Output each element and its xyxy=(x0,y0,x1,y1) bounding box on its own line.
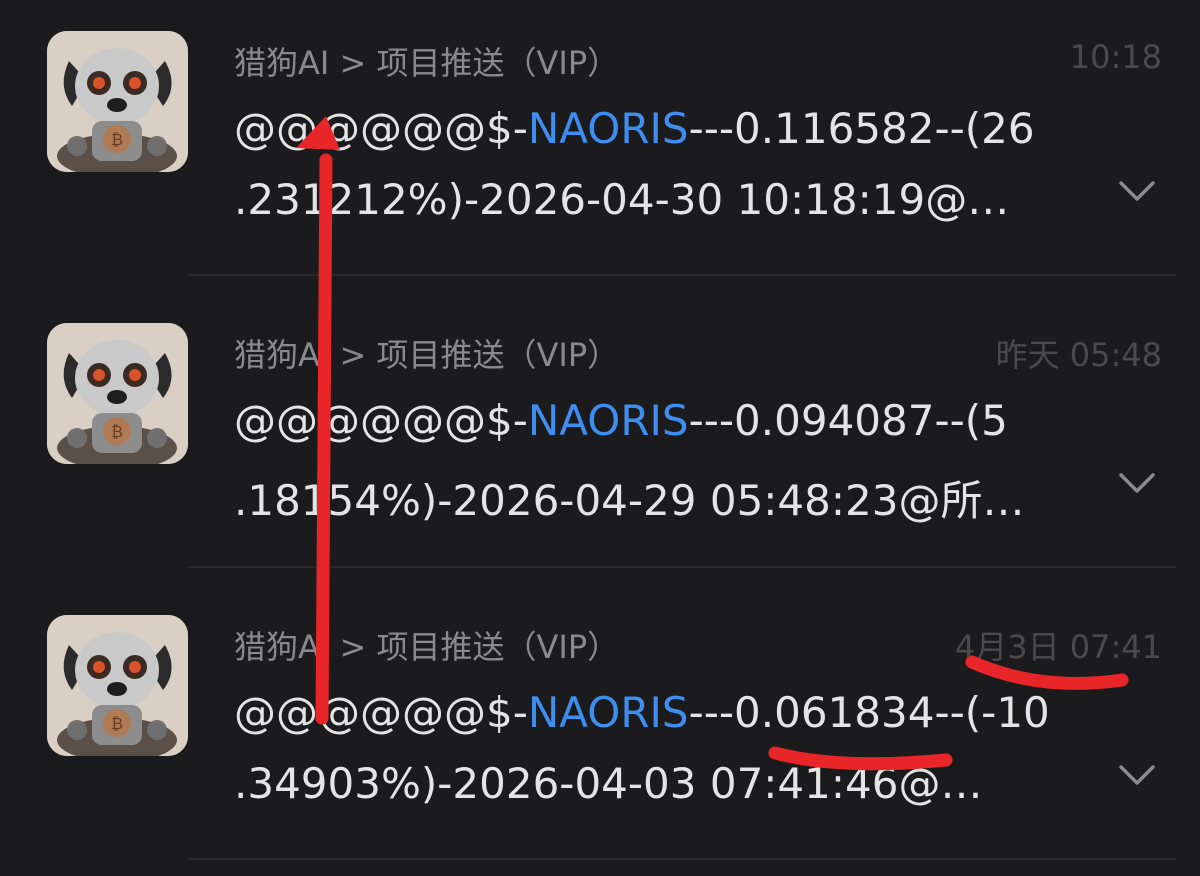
message-preview-line-1: @@@@@@$-NAORIS---0.061834--(-10 xyxy=(234,688,1050,737)
svg-text:₿: ₿ xyxy=(111,130,123,149)
message-item-3[interactable]: ₿ 猎狗AI > 项目推送（VIP） 4月3日 07:41 @@@@@@$-NA… xyxy=(0,584,1200,876)
message-price: ---0.061834--(-10 xyxy=(688,688,1050,737)
message-time: 10:18 xyxy=(1069,38,1162,76)
message-time: 昨天 05:48 xyxy=(995,336,1162,374)
sender-name: 猎狗AI > 项目推送（VIP） xyxy=(234,336,620,374)
message-preview-line-1: @@@@@@$-NAORIS---0.094087--(5 xyxy=(234,396,1008,445)
message-preview-line-2: .34903%)-2026-04-03 07:41:46@… xyxy=(234,759,983,808)
divider xyxy=(188,566,1176,568)
svg-text:₿: ₿ xyxy=(111,422,123,441)
sender-name: 猎狗AI > 项目推送（VIP） xyxy=(234,628,620,666)
robot-dog-avatar-icon[interactable]: ₿ xyxy=(47,31,188,172)
message-preview-line-2: .231212%)-2026-04-30 10:18:19@… xyxy=(234,175,1010,224)
message-price: ---0.116582--(26 xyxy=(688,104,1035,153)
divider xyxy=(188,858,1176,860)
message-preview-line-1: @@@@@@$-NAORIS---0.116582--(26 xyxy=(234,104,1035,153)
message-prefix: @@@@@@$- xyxy=(234,688,528,737)
message-prefix: @@@@@@$- xyxy=(234,104,528,153)
robot-dog-avatar-icon[interactable]: ₿ xyxy=(47,615,188,756)
message-preview-line-2: .18154%)-2026-04-29 05:48:23@所… xyxy=(234,476,1025,525)
ticker-link[interactable]: NAORIS xyxy=(528,104,689,153)
chevron-down-icon[interactable] xyxy=(1117,177,1157,205)
message-time: 4月3日 07:41 xyxy=(954,628,1162,666)
message-prefix: @@@@@@$- xyxy=(234,396,528,445)
ticker-link[interactable]: NAORIS xyxy=(528,688,689,737)
divider xyxy=(188,274,1176,276)
robot-dog-avatar-icon[interactable]: ₿ xyxy=(47,323,188,464)
sender-name: 猎狗AI > 项目推送（VIP） xyxy=(234,44,620,82)
message-item-1[interactable]: ₿ 猎狗AI > 项目推送（VIP） 10:18 @@@@@@$-NAORIS-… xyxy=(0,0,1200,292)
ticker-link[interactable]: NAORIS xyxy=(528,396,689,445)
chevron-down-icon[interactable] xyxy=(1117,469,1157,497)
message-price: ---0.094087--(5 xyxy=(688,396,1008,445)
svg-text:₿: ₿ xyxy=(111,714,123,733)
message-item-2[interactable]: ₿ 猎狗AI > 项目推送（VIP） 昨天 05:48 @@@@@@$-NAOR… xyxy=(0,292,1200,584)
chevron-down-icon[interactable] xyxy=(1117,761,1157,789)
